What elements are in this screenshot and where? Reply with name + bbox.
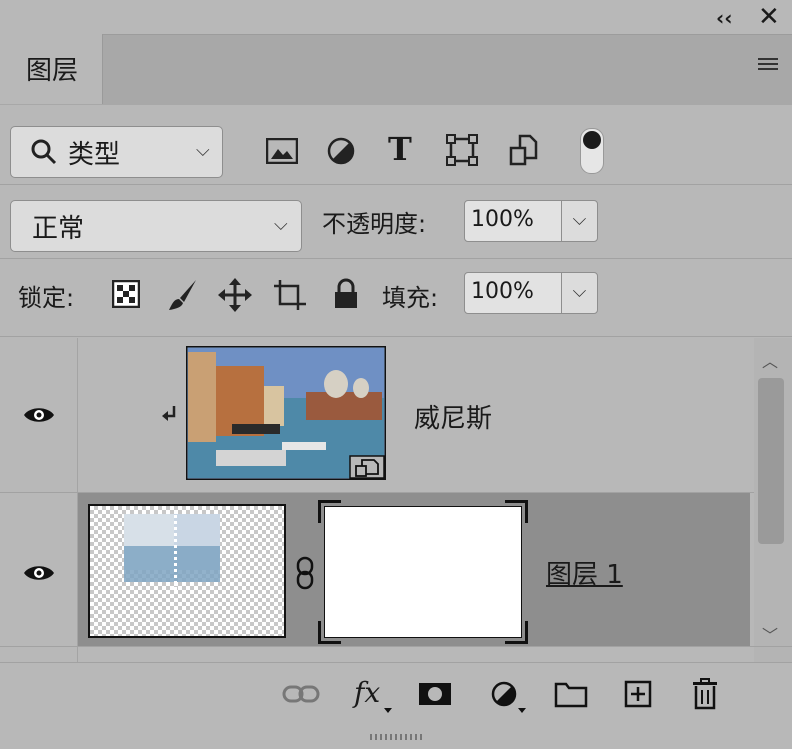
fill-label: 填充: bbox=[382, 284, 439, 312]
fx-menu-caret-icon bbox=[384, 708, 392, 713]
opacity-label: 不透明度: bbox=[322, 210, 427, 238]
divider bbox=[0, 492, 792, 493]
blend-mode-value: 正常 bbox=[32, 214, 85, 244]
chevron-down-icon: ⌵ bbox=[572, 281, 587, 302]
adjustment-filter-icon[interactable] bbox=[326, 136, 356, 166]
lock-all-icon[interactable] bbox=[332, 278, 360, 310]
double-chevron-left-icon[interactable]: ‹‹ bbox=[716, 6, 732, 30]
type-filter-icon[interactable]: T bbox=[388, 130, 412, 168]
layer-mask-thumbnail[interactable] bbox=[318, 500, 528, 644]
tab-layers-label: 图层 bbox=[26, 56, 79, 86]
divider bbox=[0, 184, 792, 185]
new-layer-icon[interactable] bbox=[624, 680, 652, 708]
lock-transparent-pixels-icon[interactable] bbox=[112, 280, 140, 308]
lock-label: 锁定: bbox=[18, 284, 75, 312]
layer-name-venice[interactable]: 威尼斯 bbox=[414, 398, 492, 435]
fill-dropdown-button[interactable]: ⌵ bbox=[561, 272, 598, 314]
lock-artboard-icon[interactable] bbox=[272, 278, 308, 312]
filter-toggle[interactable] bbox=[580, 128, 604, 174]
layer-name-layer1[interactable]: 图层 1 bbox=[546, 554, 623, 591]
scroll-up-icon[interactable]: ︿ bbox=[762, 348, 778, 372]
visibility-column bbox=[0, 338, 78, 662]
filter-type-label: 类型 bbox=[68, 140, 121, 170]
adjustment-menu-caret-icon bbox=[518, 708, 526, 713]
image-filter-icon[interactable] bbox=[266, 138, 298, 164]
lock-position-icon[interactable] bbox=[218, 278, 252, 312]
group-folder-icon[interactable] bbox=[554, 680, 588, 708]
resize-grip[interactable] bbox=[370, 734, 422, 740]
lock-image-pixels-icon[interactable] bbox=[166, 278, 200, 312]
panel-top-bar bbox=[0, 0, 792, 34]
chevron-down-icon: ⌵ bbox=[572, 209, 587, 230]
chevron-down-icon: ⌵ bbox=[196, 140, 210, 161]
venice-thumbnail bbox=[186, 346, 386, 480]
smart-object-filter-icon[interactable] bbox=[508, 134, 538, 166]
chain-link-icon[interactable] bbox=[294, 556, 316, 590]
scroll-down-icon[interactable]: ﹀ bbox=[762, 622, 778, 646]
divider bbox=[0, 646, 792, 647]
clipping-arrow-icon bbox=[162, 406, 176, 421]
opacity-dropdown-button[interactable]: ⌵ bbox=[561, 200, 598, 242]
search-icon bbox=[31, 139, 57, 165]
shape-filter-icon[interactable] bbox=[446, 134, 478, 166]
divider bbox=[0, 336, 792, 337]
opacity-input[interactable]: 100% bbox=[464, 200, 562, 242]
trash-icon[interactable] bbox=[692, 678, 718, 710]
hamburger-menu-icon[interactable] bbox=[758, 58, 778, 70]
eye-icon[interactable] bbox=[22, 404, 56, 426]
fx-icon[interactable]: fx bbox=[354, 676, 380, 709]
tab-row bbox=[0, 34, 792, 105]
layer1-thumbnail bbox=[88, 504, 286, 638]
close-icon[interactable]: ✕ bbox=[758, 2, 780, 32]
chevron-down-icon: ⌵ bbox=[274, 214, 288, 235]
divider bbox=[0, 258, 792, 259]
link-layers-icon[interactable] bbox=[282, 684, 320, 704]
adjustment-layer-icon[interactable] bbox=[490, 680, 518, 708]
fill-input[interactable]: 100% bbox=[464, 272, 562, 314]
scrollbar-thumb[interactable] bbox=[758, 378, 784, 544]
add-mask-icon[interactable] bbox=[418, 682, 452, 706]
eye-icon[interactable] bbox=[22, 562, 56, 584]
